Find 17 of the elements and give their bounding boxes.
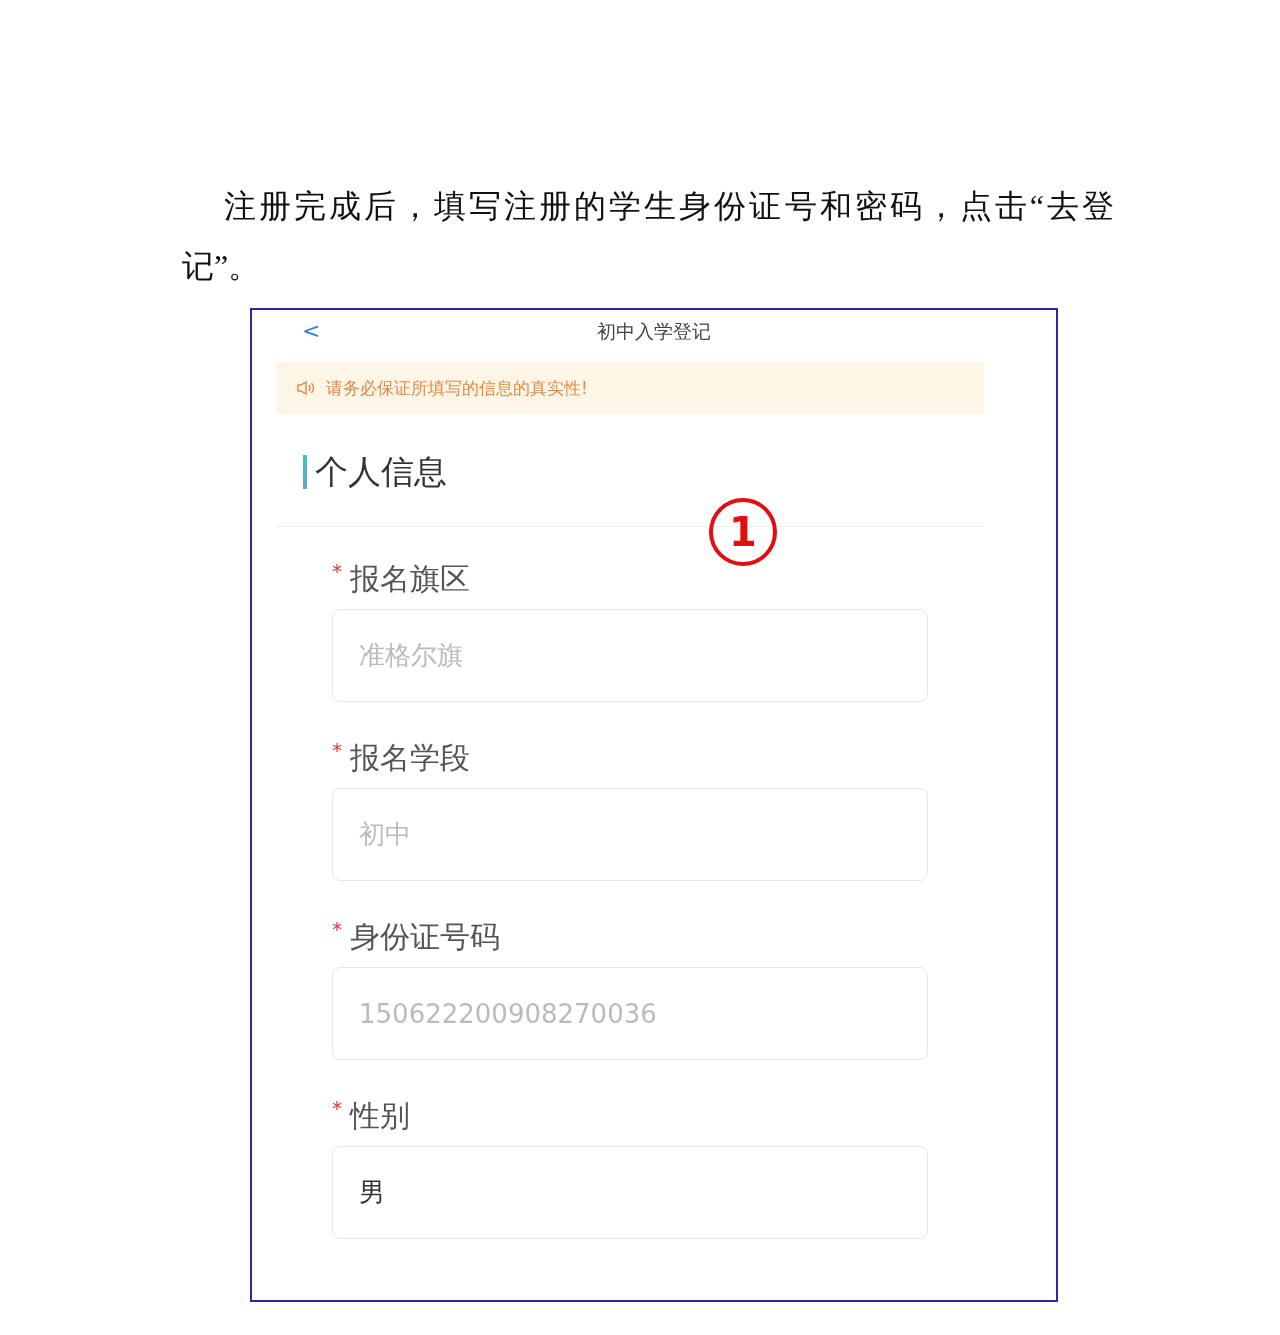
- back-button[interactable]: <: [296, 318, 327, 343]
- required-mark: *: [332, 738, 342, 762]
- field-label: 报名学段: [350, 739, 470, 777]
- section-title: 个人信息: [315, 450, 447, 493]
- speaker-icon: [296, 380, 316, 396]
- field-label: 性别: [350, 1097, 410, 1135]
- step-number-badge: 1: [709, 498, 777, 566]
- input-field[interactable]: 男: [332, 1146, 928, 1239]
- field-label: 身份证号码: [350, 918, 500, 956]
- required-mark: *: [332, 559, 342, 583]
- page-title: 初中入学登记: [597, 319, 711, 344]
- notice-text: 请务必保证所填写的信息的真实性!: [326, 376, 588, 400]
- field-label: 报名旗区: [350, 560, 470, 598]
- required-mark: *: [332, 917, 342, 941]
- instruction-paragraph: 注册完成后，填写注册的学生身份证号和密码，点击“去登记”。: [182, 187, 1114, 286]
- required-mark: *: [332, 1096, 342, 1120]
- section-accent-bar: [303, 455, 307, 489]
